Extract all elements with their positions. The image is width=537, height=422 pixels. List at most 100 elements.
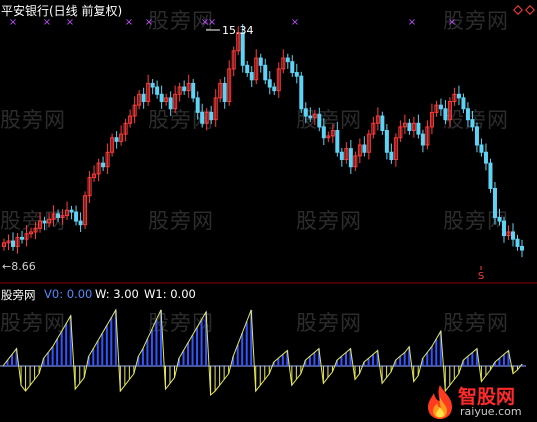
candle-body (294, 72, 299, 77)
histogram-bar (182, 350, 185, 366)
histogram-bar (399, 356, 402, 366)
candle-body (308, 115, 313, 119)
candle-body (492, 187, 497, 218)
histogram-bar (65, 323, 68, 366)
histogram-bar (141, 348, 144, 366)
histogram-bar (344, 352, 347, 366)
histogram-bar (430, 346, 433, 366)
candle-body (195, 97, 200, 113)
candle-body (456, 93, 461, 99)
high-price-label: 15.34 (222, 24, 254, 37)
signal-x-mark: × (291, 17, 299, 28)
histogram-bar (200, 319, 203, 366)
histogram-bar (313, 352, 316, 366)
histogram-bar (56, 338, 59, 366)
candle-body (290, 61, 295, 74)
candle-body (240, 32, 245, 66)
low-price-label: ←8.66 (2, 260, 36, 273)
candle-body (479, 144, 484, 153)
chart-title: 平安银行(日线 前复权) (1, 4, 123, 18)
candle-body (168, 97, 173, 110)
histogram-bar (11, 354, 14, 366)
candle-body (69, 209, 74, 213)
candle-body (474, 126, 479, 146)
histogram-bar (308, 356, 311, 366)
signal-x-mark: × (208, 17, 216, 28)
logo-url: raiyue.com (460, 405, 522, 418)
histogram-bar (146, 338, 149, 366)
candle-body (348, 148, 353, 168)
indicator-v0: V0: 0.00 (44, 287, 93, 301)
candle-body (74, 211, 79, 222)
histogram-bar (435, 338, 438, 366)
low-arrow: ← (2, 260, 12, 273)
signal-x-mark: × (408, 17, 416, 28)
w1-name: W1 (144, 287, 163, 301)
histogram-bar (150, 329, 153, 366)
candle-body (191, 82, 196, 99)
histogram-bar (241, 333, 244, 366)
histogram-bar (51, 346, 54, 366)
candle-body (497, 216, 502, 222)
candle-body (488, 162, 493, 189)
candle-body (335, 130, 340, 153)
candle-body (520, 245, 524, 251)
candle-body (150, 82, 155, 88)
candle-body (501, 220, 506, 237)
candle-body (249, 72, 254, 81)
histogram-bar (47, 352, 50, 366)
candle-body (20, 236, 25, 240)
candle-body (389, 151, 394, 160)
histogram-bar (191, 335, 194, 366)
v0-name: V0 (44, 287, 60, 301)
marker-layer: × × × × × ×× × × ×S (0, 5, 537, 284)
candle-body (182, 86, 187, 92)
corner-diamond (513, 5, 523, 15)
candle-body (200, 111, 205, 124)
candle-body (285, 57, 290, 63)
w-name: W (95, 287, 106, 301)
candle-body (461, 97, 466, 110)
candle-body (78, 220, 83, 226)
w-value: 3.00 (113, 287, 139, 301)
histogram-bar (187, 342, 190, 366)
candle-body (101, 162, 106, 168)
candle-body (263, 64, 268, 81)
histogram-bar (101, 333, 104, 366)
histogram-bar (281, 354, 284, 366)
candle-body (510, 231, 515, 240)
candlestick-panel (2, 24, 524, 258)
candle-body (438, 104, 443, 110)
indicator-name: 股旁网 (1, 288, 36, 302)
candle-body (272, 86, 277, 92)
signal-x-mark: × (448, 17, 456, 28)
candle-body (245, 64, 250, 74)
candle-body (56, 213, 61, 218)
chart-svg: × × × × × ×× × × ×S (0, 5, 537, 397)
v0-value: 0.00 (66, 287, 93, 301)
candle-body (443, 108, 448, 121)
candle-body (159, 93, 164, 103)
histogram-bar (155, 319, 158, 366)
candle-body (465, 108, 470, 121)
candle-body (470, 119, 475, 128)
indicator-w1: W1: 0.00 (144, 287, 196, 301)
histogram-bar (372, 354, 375, 366)
candle-body (420, 133, 425, 146)
candle-body (515, 238, 520, 247)
candle-body (11, 240, 16, 247)
candle-body (380, 115, 385, 132)
candle-body (155, 86, 160, 95)
flame-icon (428, 385, 452, 419)
candle-body (42, 220, 47, 224)
histogram-bar (466, 356, 469, 366)
candle-body (339, 151, 344, 160)
candle-body (483, 151, 488, 164)
signal-x-mark: × (125, 17, 133, 28)
histogram-bar (110, 317, 113, 366)
low-value: 8.66 (11, 260, 36, 273)
histogram-bar (60, 331, 63, 366)
candle-body (384, 130, 389, 153)
site-logo: 智股网 raiyue.com (420, 381, 537, 422)
candle-body (317, 113, 322, 128)
